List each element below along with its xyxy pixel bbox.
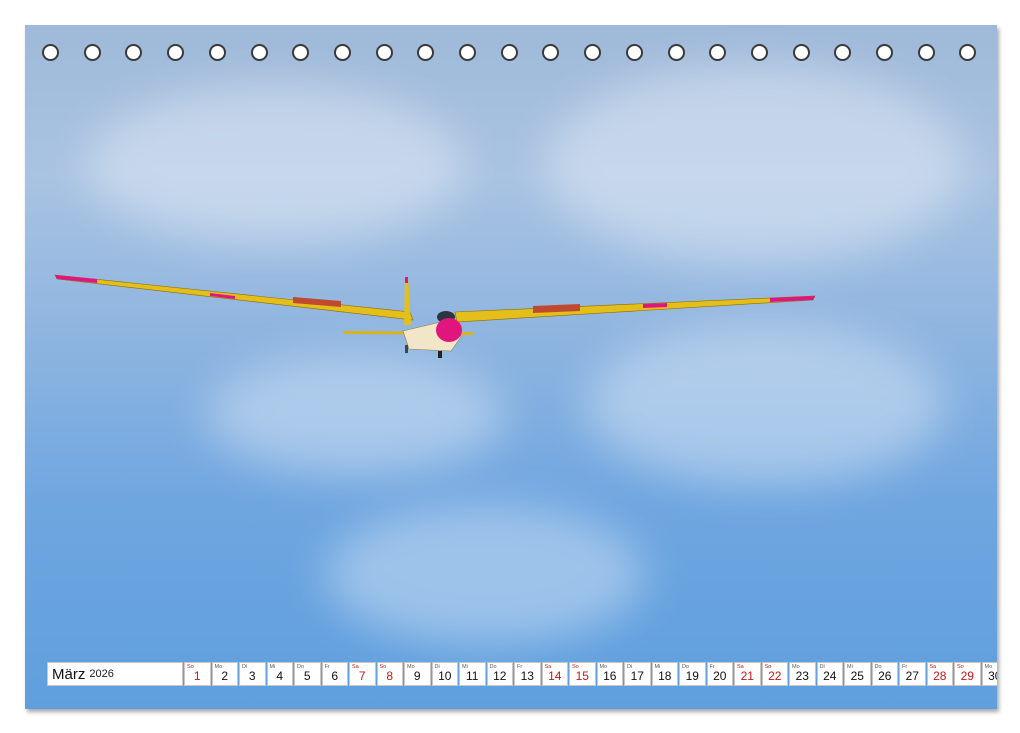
day-cell: Fr 6	[321, 662, 348, 686]
day-cell: Sa 14	[541, 662, 568, 686]
tail-fin	[404, 277, 411, 325]
day-cells: So 1 Mo 2 Di 3 Mi 4 Do 5 Fr 6 Sa 7 So 8 Mo 9 Di 10 Mi 11 Do 12 F…	[184, 662, 997, 686]
day-number: 5	[303, 669, 311, 683]
day-number: 10	[438, 669, 452, 683]
day-cell: Mi 18	[651, 662, 678, 686]
day-cell: Fr 27	[899, 662, 926, 686]
day-number: 22	[768, 669, 782, 683]
day-cell: So 22	[761, 662, 788, 686]
day-cell: Sa 28	[926, 662, 953, 686]
day-number: 13	[520, 669, 534, 683]
day-number: 2	[221, 669, 229, 683]
day-cell: So 1	[184, 662, 211, 686]
day-number: 23	[795, 669, 809, 683]
day-cell: Mo 2	[211, 662, 238, 686]
day-cell: Mi 4	[266, 662, 293, 686]
day-number: 28	[933, 669, 947, 683]
right-wing	[454, 295, 816, 323]
day-number: 18	[658, 669, 672, 683]
day-cell: Mi 11	[459, 662, 486, 686]
day-cell: So 8	[376, 662, 403, 686]
day-number: 15	[575, 669, 589, 683]
day-cell: Di 10	[431, 662, 458, 686]
day-number: 30	[988, 669, 997, 683]
day-cell: So 29	[954, 662, 981, 686]
day-number: 27	[905, 669, 919, 683]
day-cell: Fr 20	[706, 662, 733, 686]
day-cell: Mi 25	[844, 662, 871, 686]
month-year: 2026	[89, 668, 114, 680]
calendar-bar: März 2026 So 1 Mo 2 Di 3 Mi 4 Do 5 Fr 6 Sa 7 So 8 Mo 9 Di 1…	[47, 662, 997, 686]
day-cell: So 15	[569, 662, 596, 686]
month-label: März 2026	[47, 662, 183, 686]
day-cell: Do 26	[871, 662, 898, 686]
day-number: 4	[276, 669, 284, 683]
left-wingtip	[55, 275, 97, 283]
day-number: 29	[960, 669, 974, 683]
day-number: 17	[630, 669, 644, 683]
day-number: 24	[823, 669, 837, 683]
day-number: 7	[358, 669, 366, 683]
day-number: 25	[850, 669, 864, 683]
day-cell: Mo 23	[789, 662, 816, 686]
day-cell: Do 12	[486, 662, 513, 686]
day-number: 19	[685, 669, 699, 683]
day-cell: Di 3	[239, 662, 266, 686]
day-cell: Mo 16	[596, 662, 623, 686]
nose	[436, 318, 462, 342]
day-number: 16	[603, 669, 617, 683]
day-number: 21	[740, 669, 754, 683]
day-cell: Di 17	[624, 662, 651, 686]
day-cell: Fr 13	[514, 662, 541, 686]
day-number: 3	[248, 669, 256, 683]
day-number: 1	[193, 669, 201, 683]
day-number: 8	[386, 669, 394, 683]
day-cell: Do 19	[679, 662, 706, 686]
day-number: 12	[493, 669, 507, 683]
day-cell: Mo 9	[404, 662, 431, 686]
day-number: 11	[466, 669, 479, 683]
day-number: 6	[331, 669, 339, 683]
day-number: 26	[878, 669, 892, 683]
day-number: 20	[713, 669, 727, 683]
day-cell: Sa 21	[734, 662, 761, 686]
day-number: 14	[548, 669, 562, 683]
calendar-page: März 2026 So 1 Mo 2 Di 3 Mi 4 Do 5 Fr 6 Sa 7 So 8 Mo 9 Di 1…	[25, 25, 997, 709]
day-cell: Do 5	[294, 662, 321, 686]
day-cell: Sa 7	[349, 662, 376, 686]
day-number: 9	[413, 669, 421, 683]
month-name: März	[52, 665, 86, 683]
day-cell: Mo30	[981, 662, 997, 686]
day-cell: Di 24	[816, 662, 843, 686]
glider-icon	[54, 274, 816, 358]
